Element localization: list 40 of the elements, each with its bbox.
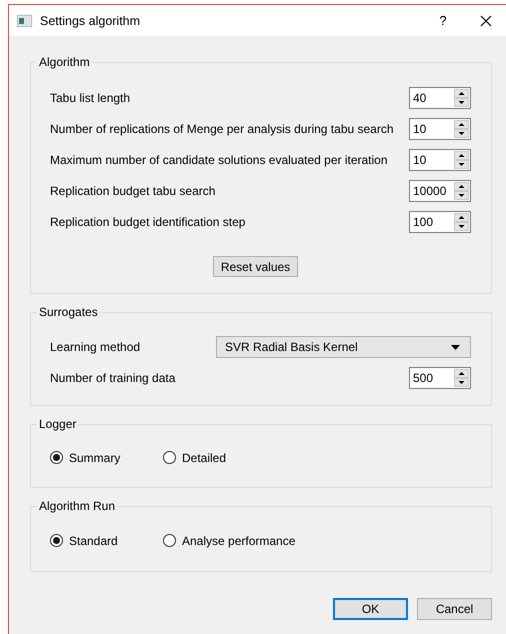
radio-label[interactable]: Summary	[69, 450, 120, 464]
radio-label[interactable]: Detailed	[182, 450, 226, 464]
radio-button[interactable]	[50, 534, 63, 547]
field-label: Replication budget identification step	[50, 215, 246, 229]
spin-arrows-icon[interactable]	[454, 89, 469, 107]
field-label: Number of replications of Menge per analysis during tabu search	[50, 122, 394, 136]
spin-arrows-icon[interactable]	[454, 182, 469, 200]
group-title: Algorithm	[37, 55, 92, 69]
field-label: Number of training data	[50, 371, 176, 385]
spin-box[interactable]: 40	[409, 87, 471, 109]
radio-button[interactable]	[163, 534, 176, 547]
reset-button[interactable]: Reset values	[212, 256, 298, 277]
spin-box[interactable]: 10	[409, 149, 471, 171]
field-label: Maximum number of candidate solutions evaluated per iteration	[50, 153, 388, 167]
group-title: Logger	[37, 417, 78, 431]
radio-button[interactable]	[163, 451, 176, 464]
spin-box[interactable]: 100	[409, 211, 471, 233]
dialog-button[interactable]: OK	[333, 598, 408, 620]
spin-arrows-icon[interactable]	[454, 369, 469, 387]
spin-box[interactable]: 500	[409, 367, 471, 389]
radio-label[interactable]: Standard	[69, 534, 118, 548]
field-label: Replication budget tabu search	[50, 184, 216, 198]
radio-button[interactable]	[50, 451, 63, 464]
caret-icon	[451, 344, 460, 350]
group-title: Surrogates	[37, 305, 100, 319]
window-title: Settings algorithm	[40, 14, 142, 28]
spin-arrows-icon[interactable]	[454, 151, 469, 169]
app-icon	[17, 14, 32, 26]
spin-arrows-icon[interactable]	[454, 213, 469, 231]
spin-box[interactable]: 10	[409, 118, 471, 140]
dropdown[interactable]: SVR Radial Basis Kernel	[216, 336, 471, 358]
close-icon	[480, 14, 492, 26]
group-title: Algorithm Run	[37, 499, 118, 513]
spin-arrows-icon[interactable]	[454, 120, 469, 138]
radio-label[interactable]: Analyse performance	[182, 534, 296, 548]
spin-box[interactable]: 10000	[409, 180, 471, 202]
field-label: Learning method	[50, 340, 140, 354]
dialog-button[interactable]: Cancel	[417, 598, 492, 620]
field-label: Tabu list length	[50, 91, 130, 105]
help-button[interactable]: ?	[420, 13, 466, 28]
